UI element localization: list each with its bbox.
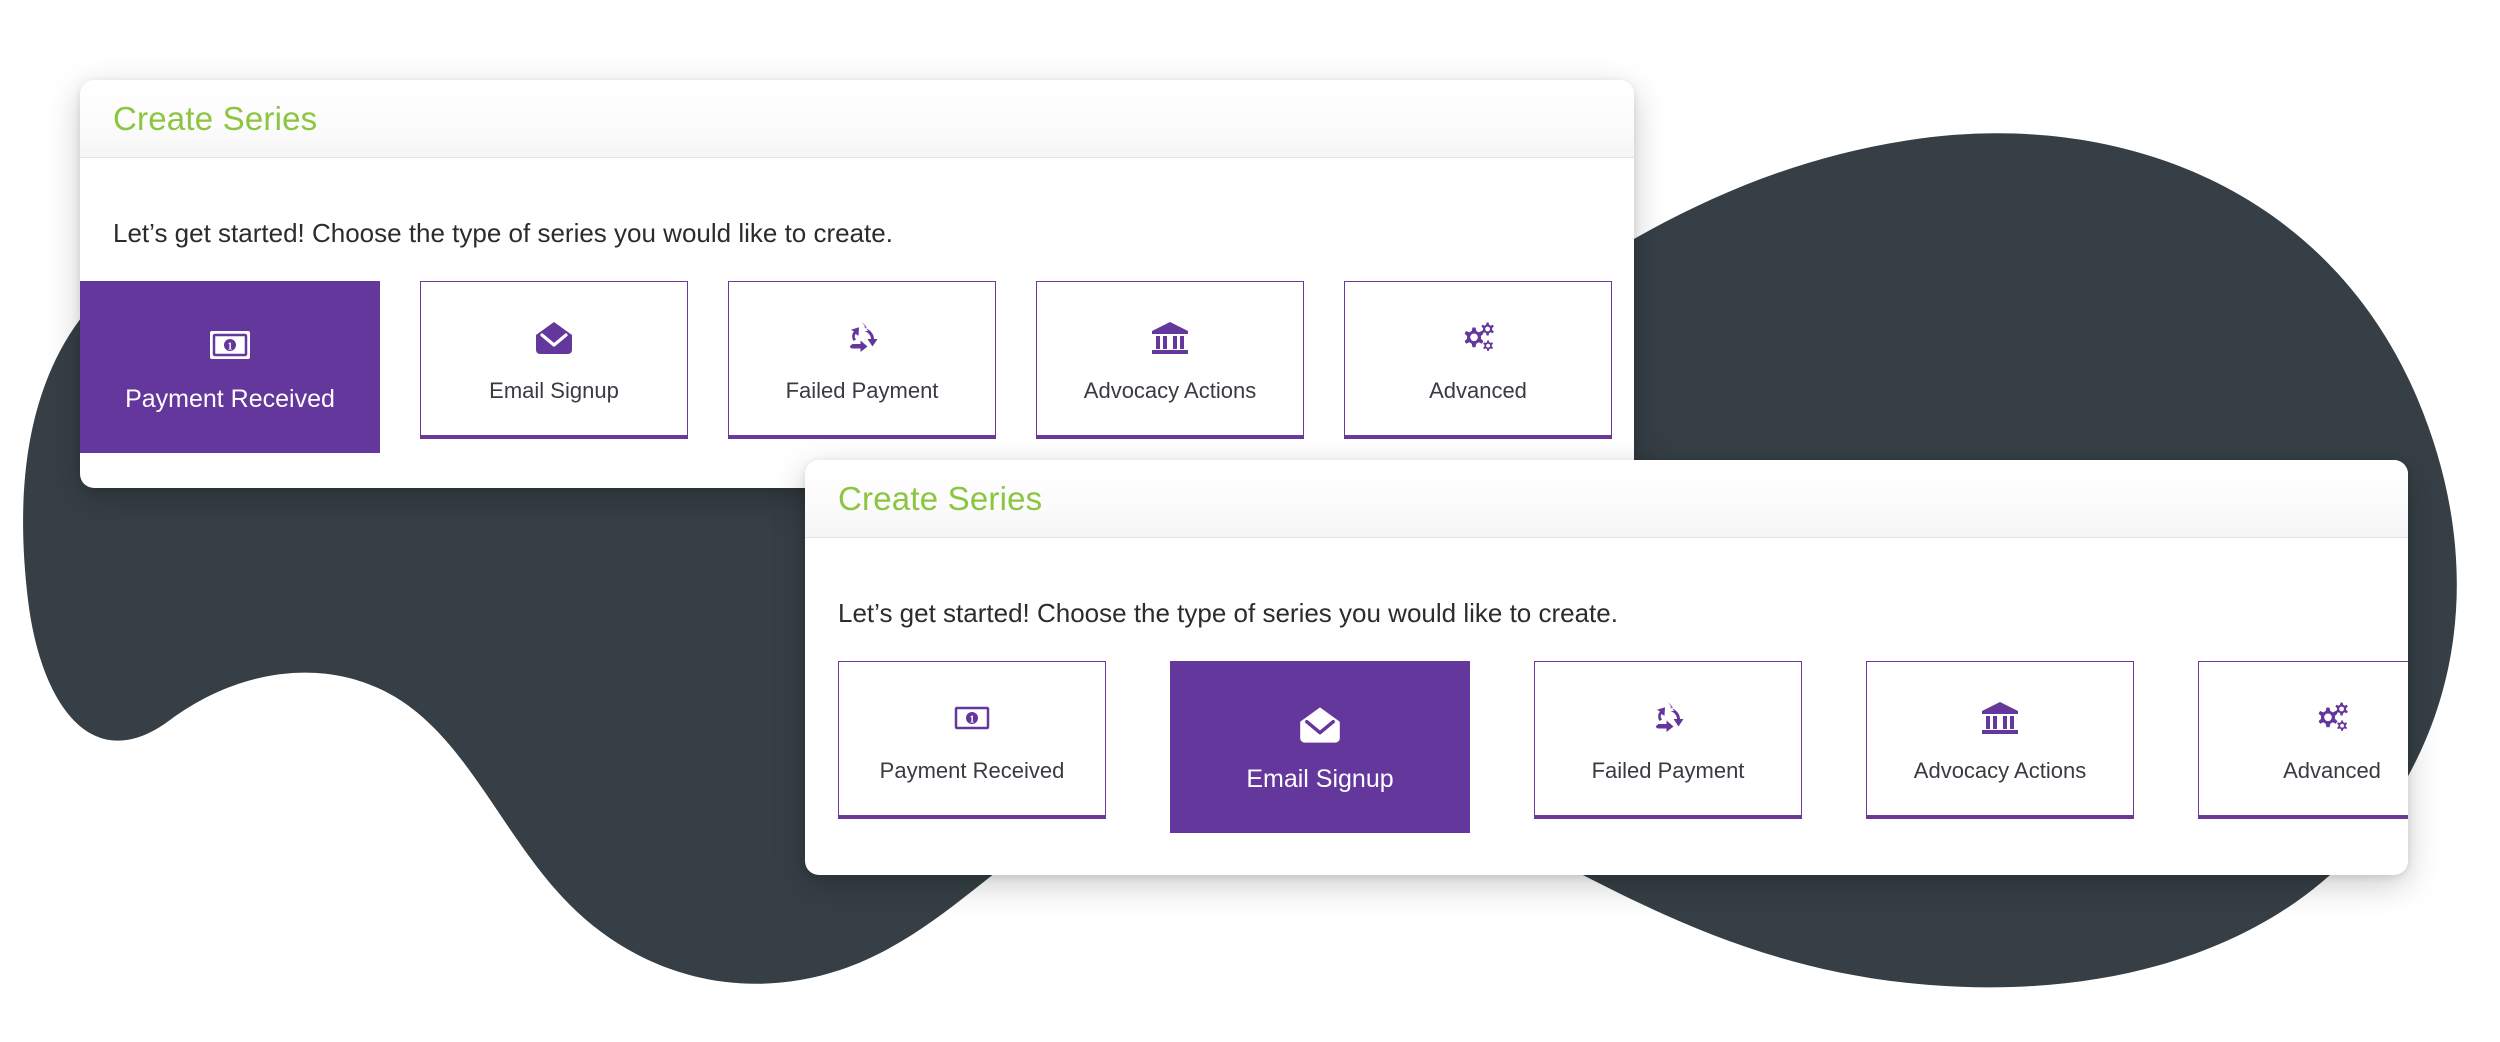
series-card-label: Email Signup bbox=[489, 377, 619, 403]
series-card-label: Advanced bbox=[1429, 377, 1527, 403]
panel-one-header: Create Series bbox=[80, 80, 1634, 158]
gears-icon bbox=[2311, 696, 2353, 740]
series-card-label: Failed Payment bbox=[785, 377, 939, 403]
page-title-secondary: Create Series bbox=[838, 480, 1043, 517]
series-card-advanced-2[interactable]: Advanced bbox=[2198, 661, 2408, 820]
recycle-icon bbox=[1649, 696, 1687, 740]
gears-icon bbox=[1457, 316, 1499, 360]
series-card-failed-payment-2[interactable]: Failed Payment bbox=[1534, 661, 1802, 820]
panel-two-header: Create Series bbox=[805, 460, 2408, 538]
envelope-open-icon bbox=[1298, 703, 1342, 747]
create-series-panel-one: Create Series Let’s get started! Choose … bbox=[80, 80, 1634, 488]
envelope-open-icon bbox=[534, 316, 574, 360]
create-series-panel-two: Create Series Let’s get started! Choose … bbox=[805, 460, 2408, 875]
bank-icon bbox=[1150, 316, 1190, 360]
panel-one-lead-text: Let’s get started! Choose the type of se… bbox=[113, 218, 893, 248]
series-card-advanced[interactable]: Advanced bbox=[1344, 281, 1612, 440]
svg-text:1: 1 bbox=[228, 341, 233, 352]
series-card-label: Payment Received bbox=[125, 384, 335, 413]
series-card-email-signup[interactable]: Email Signup bbox=[420, 281, 688, 440]
series-card-advocacy-actions-2[interactable]: Advocacy Actions bbox=[1866, 661, 2134, 820]
series-card-label: Payment Received bbox=[879, 757, 1065, 783]
panel-two-card-row: 1 Payment Received Email Signup Failed P… bbox=[838, 661, 2408, 834]
series-card-label: Email Signup bbox=[1246, 764, 1394, 793]
panel-one-body: Let’s get started! Choose the type of se… bbox=[80, 158, 1634, 454]
series-card-failed-payment[interactable]: Failed Payment bbox=[728, 281, 996, 440]
series-card-email-signup-2[interactable]: Email Signup bbox=[1170, 661, 1470, 834]
series-card-label: Failed Payment bbox=[1591, 757, 1745, 783]
panel-one-card-row: 1 Payment Received Email Signup Failed P… bbox=[80, 281, 1634, 454]
series-card-advocacy-actions[interactable]: Advocacy Actions bbox=[1036, 281, 1304, 440]
svg-text:1: 1 bbox=[970, 714, 975, 725]
panel-two-lead-text: Let’s get started! Choose the type of se… bbox=[838, 598, 1618, 628]
series-card-label: Advocacy Actions bbox=[1083, 377, 1257, 403]
series-card-label: Advocacy Actions bbox=[1913, 757, 2087, 783]
recycle-icon bbox=[843, 316, 881, 360]
money-bill-icon: 1 bbox=[951, 696, 993, 740]
series-card-payment-received-2[interactable]: 1 Payment Received bbox=[838, 661, 1106, 820]
series-card-payment-received[interactable]: 1 Payment Received bbox=[80, 281, 380, 454]
page-title: Create Series bbox=[113, 100, 318, 137]
money-bill-icon: 1 bbox=[209, 323, 251, 367]
bank-icon bbox=[1980, 696, 2020, 740]
panel-two-body: Let’s get started! Choose the type of se… bbox=[805, 538, 2408, 834]
series-card-label: Advanced bbox=[2283, 757, 2381, 783]
